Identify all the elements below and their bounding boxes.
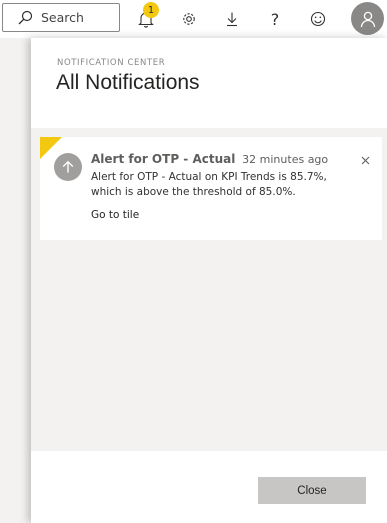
- search-placeholder: Search: [41, 10, 84, 25]
- gear-icon[interactable]: [176, 6, 202, 32]
- notification-panel: NOTIFICATION CENTER All Notifications Al…: [31, 38, 387, 523]
- close-icon[interactable]: [358, 153, 372, 167]
- question-icon[interactable]: ?: [262, 6, 288, 32]
- notification-list: Alert for OTP - Actual 32 minutes ago Al…: [31, 128, 387, 451]
- panel-eyebrow: NOTIFICATION CENTER: [57, 58, 166, 68]
- top-bar: Search 1 ?: [0, 0, 387, 38]
- panel-header: NOTIFICATION CENTER All Notifications: [31, 38, 387, 128]
- account-avatar[interactable]: [351, 2, 384, 35]
- notification-time: 32 minutes ago: [242, 153, 329, 166]
- search-box[interactable]: Search: [2, 3, 120, 32]
- notification-title-line: Alert for OTP - Actual 32 minutes ago: [91, 152, 328, 166]
- notification-card[interactable]: Alert for OTP - Actual 32 minutes ago Al…: [40, 137, 382, 240]
- background-page: [0, 38, 31, 523]
- search-icon: [17, 10, 33, 26]
- go-to-tile-link[interactable]: Go to tile: [91, 209, 139, 221]
- arrow-up-icon: [54, 153, 82, 181]
- notification-title: Alert for OTP - Actual: [91, 152, 236, 166]
- person-icon: [359, 10, 377, 28]
- smiley-icon[interactable]: [305, 6, 331, 32]
- close-button[interactable]: Close: [258, 477, 366, 504]
- notification-count-badge: 1: [143, 2, 159, 18]
- panel-title: All Notifications: [56, 71, 200, 94]
- download-icon[interactable]: [219, 6, 245, 32]
- panel-footer: Close: [31, 451, 387, 523]
- notification-body: Alert for OTP - Actual on KPI Trends is …: [91, 171, 327, 198]
